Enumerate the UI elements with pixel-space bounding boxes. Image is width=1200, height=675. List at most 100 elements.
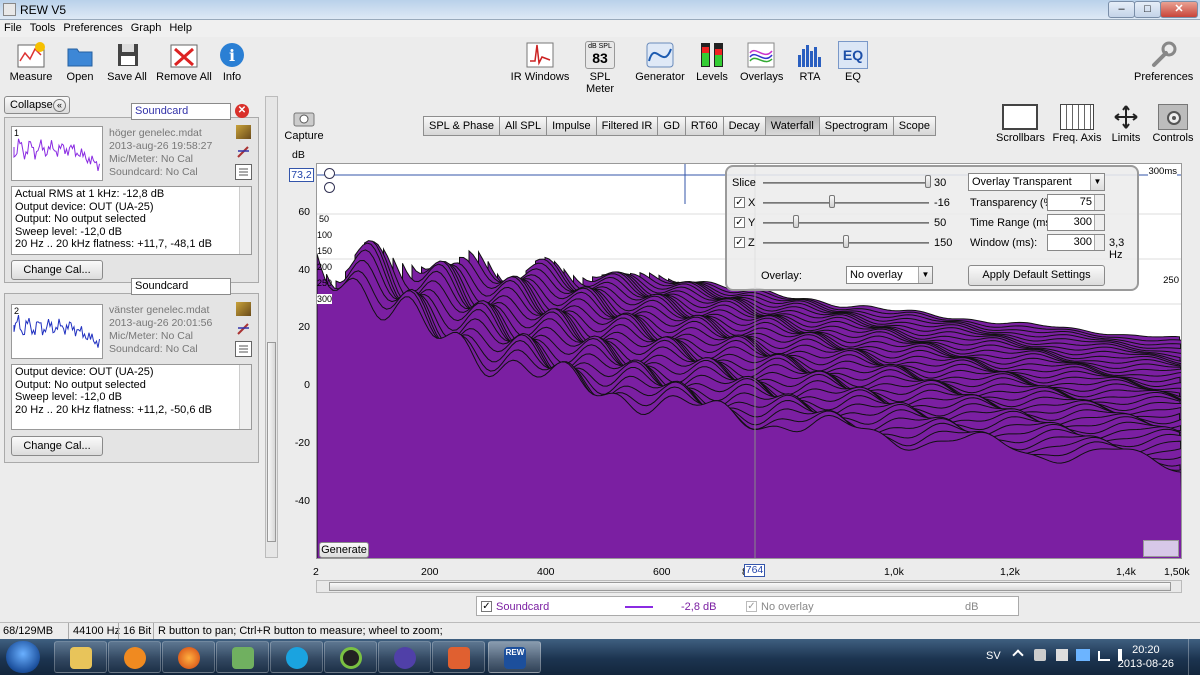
measurement-thumbnail[interactable]: 2 [11,304,103,359]
overlays-button[interactable]: Overlays [740,41,783,83]
menu-file[interactable]: File [0,20,26,34]
z-checkbox[interactable]: ✓ [734,237,745,248]
cal-pen-icon[interactable] [236,322,251,336]
measurement-notes-icon[interactable] [235,164,252,180]
edit-notes-icon[interactable] [236,125,251,139]
graph-h-scroll-thumb[interactable] [329,582,1171,591]
window-input[interactable]: 300 [1047,234,1105,251]
controls-button[interactable]: Controls [1151,104,1195,144]
graph-h-scrollbar[interactable] [316,580,1182,593]
tab-impulse[interactable]: Impulse [546,116,597,136]
preferences-button[interactable]: Preferences [1134,41,1193,83]
dropbox-icon[interactable] [1076,649,1090,661]
collapse-button[interactable]: Collapse « [4,96,70,114]
ir-windows-button[interactable]: IR Windows [510,41,570,83]
y-slider-knob[interactable] [793,215,799,228]
change-cal-button[interactable]: Change Cal... [11,436,103,456]
overlay-select[interactable]: No overlay ▼ [846,266,933,284]
taskbar-skype[interactable] [270,641,323,673]
tab-decay[interactable]: Decay [722,116,766,136]
slice-slider[interactable] [763,182,929,184]
levels-button[interactable]: Levels [694,41,730,83]
x-tick-label: 2 [313,566,319,578]
tray-sync-icon[interactable] [1034,649,1046,661]
menu-preferences[interactable]: Preferences [59,20,126,34]
network-icon[interactable] [1098,651,1110,661]
measurement-thumbnail[interactable]: 1 [11,126,103,181]
taskbar-spotify[interactable] [324,641,377,673]
panel-scrollbar[interactable] [265,96,278,558]
limits-button[interactable]: Limits [1109,104,1143,144]
x-slider[interactable] [763,202,929,204]
capture-button[interactable]: Capture [284,108,324,142]
legend-series-name: Soundcard [496,601,550,613]
generate-button[interactable]: Generate [319,542,369,558]
panel-scroll-thumb[interactable] [267,342,276,542]
edit-notes-icon[interactable] [236,302,251,316]
minimize-button[interactable]: – [1108,1,1135,18]
info-scrollbar[interactable] [239,365,251,429]
tab-scope[interactable]: Scope [892,116,936,136]
overlay-legend-checkbox[interactable]: ✓ [746,601,757,612]
zoom-x-icons[interactable] [1143,540,1179,557]
save-all-button[interactable]: Save All [104,41,150,83]
taskbar-rew[interactable]: REW [488,641,541,673]
scrollbars-button[interactable]: Scrollbars [996,104,1045,144]
start-button[interactable] [6,641,40,673]
taskbar-audio-app[interactable] [378,641,431,673]
overlay-legend-name: No overlay [761,601,814,613]
tab-spectrogram[interactable]: Spectrogram [818,116,894,136]
tab-rt60[interactable]: RT60 [684,116,724,136]
apply-default-settings-button[interactable]: Apply Default Settings [968,265,1105,286]
taskbar-firefox[interactable] [162,641,215,673]
tab-waterfall[interactable]: Waterfall [764,116,820,136]
taskbar-network-app[interactable] [216,641,269,673]
measurement-notes-icon[interactable] [235,341,252,357]
tab-spl-phase[interactable]: SPL & Phase [423,116,501,136]
rta-button[interactable]: RTA [795,41,825,83]
taskbar-media-player[interactable] [108,641,161,673]
freq-axis-button[interactable]: Freq. Axis [1051,104,1103,144]
measurement-name-field[interactable]: Soundcard [131,278,231,295]
menu-tools[interactable]: Tools [26,20,60,34]
cal-pen-icon[interactable] [236,145,251,159]
menu-graph[interactable]: Graph [127,20,166,34]
spl-meter-button[interactable]: dB SPL 83 SPL Meter [576,41,624,95]
menu-help[interactable]: Help [165,20,196,34]
z-slider-knob[interactable] [843,235,849,248]
change-cal-button[interactable]: Change Cal... [11,260,103,280]
zoom-in-y-icon[interactable] [324,168,335,179]
tab-all-spl[interactable]: All SPL [499,116,548,136]
measurement-name-field[interactable]: Soundcard [131,103,231,120]
y-checkbox[interactable]: ✓ [734,217,745,228]
open-button[interactable]: Open [60,41,100,83]
time-range-input[interactable]: 300 [1047,214,1105,231]
taskbar-gallery-app[interactable] [432,641,485,673]
status-bar: 68/129MB 44100 Hz 16 Bit R button to pan… [0,622,1200,639]
overlay-mode-select[interactable]: Overlay Transparent ▼ [968,173,1105,191]
generator-button[interactable]: Generator [634,41,686,83]
language-indicator[interactable]: SV [986,650,1001,662]
remove-all-button[interactable]: Remove All [155,41,213,83]
clock[interactable]: 20:20 2013-08-26 [1118,643,1174,671]
zoom-out-y-icon[interactable] [324,182,335,193]
tray-device-icon[interactable] [1056,649,1068,661]
transparency-input[interactable]: 75 [1047,194,1105,211]
show-desktop-button[interactable] [1188,639,1200,675]
tray-expand-icon[interactable] [1012,649,1024,661]
taskbar-explorer[interactable] [54,641,107,673]
measure-button[interactable]: Measure [6,41,56,83]
info-scrollbar[interactable] [239,187,251,254]
close-button[interactable]: ✕ [1160,1,1198,18]
y-slider[interactable] [763,222,929,224]
remove-measurement-icon[interactable]: ✕ [235,104,249,118]
x-checkbox[interactable]: ✓ [734,197,745,208]
tab-gd[interactable]: GD [657,116,686,136]
tab-filtered-ir[interactable]: Filtered IR [595,116,659,136]
info-button[interactable]: i Info [216,41,248,83]
x-slider-knob[interactable] [829,195,835,208]
maximize-button[interactable]: □ [1134,1,1161,18]
legend-checkbox[interactable]: ✓ [481,601,492,612]
slice-slider-knob[interactable] [925,175,931,188]
eq-button[interactable]: EQ EQ [838,41,868,83]
